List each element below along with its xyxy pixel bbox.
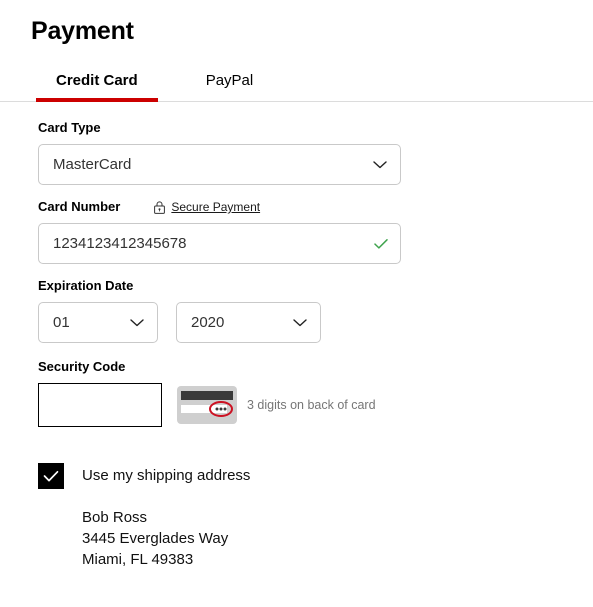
security-code-group: Security Code 3 digits on back of card	[38, 359, 593, 427]
card-number-group: Card Number Secure Payment 1234123412345…	[38, 199, 593, 264]
expiration-month-value: 01	[53, 313, 70, 331]
security-code-help: 3 digits on back of card	[247, 397, 376, 412]
expiration-date-group: Expiration Date 01 2020	[38, 278, 593, 343]
chevron-down-icon	[373, 160, 387, 168]
tab-paypal[interactable]: PayPal	[186, 72, 274, 101]
expiration-date-label: Expiration Date	[38, 278, 134, 293]
use-shipping-address-checkbox[interactable]	[38, 463, 64, 489]
security-code-row: 3 digits on back of card	[38, 383, 593, 427]
expiration-month-select[interactable]: 01	[38, 302, 158, 343]
security-code-input[interactable]	[38, 383, 162, 427]
secure-payment-text: Secure Payment	[171, 200, 261, 214]
chevron-down-icon	[293, 318, 307, 326]
page-title: Payment	[31, 17, 134, 45]
card-back-icon	[177, 386, 237, 424]
address-name: Bob Ross	[82, 509, 148, 526]
payment-page: Payment Credit Card PayPal Card Type Mas…	[0, 0, 593, 607]
lock-icon	[154, 200, 166, 214]
card-type-value: MasterCard	[53, 155, 132, 173]
credit-card-form: Card Type MasterCard Card Number Secure …	[0, 102, 593, 570]
shipping-address-block: Bob Ross 3445 Everglades Way Miami, FL 4…	[38, 507, 593, 570]
address-street: 3445 Everglades Way	[82, 530, 229, 547]
card-number-label: Card Number	[38, 199, 121, 214]
address-city-state-zip: Miami, FL 49383	[82, 551, 194, 568]
security-code-label: Security Code	[38, 359, 126, 374]
card-type-select[interactable]: MasterCard	[38, 144, 401, 185]
payment-method-tabs: Credit Card PayPal	[0, 64, 593, 102]
expiration-year-select[interactable]: 2020	[176, 302, 321, 343]
check-icon	[43, 470, 59, 481]
valid-check-icon	[374, 238, 388, 249]
card-type-label: Card Type	[38, 120, 101, 135]
use-shipping-address-label: Use my shipping address	[82, 467, 251, 484]
tab-credit-card-label: Credit Card	[56, 72, 138, 89]
expiration-year-value: 2020	[191, 313, 225, 331]
secure-payment-link[interactable]: Secure Payment	[154, 200, 260, 214]
expiration-selects: 01 2020	[38, 302, 593, 343]
card-number-value: 1234123412345678	[53, 234, 187, 252]
card-number-label-row: Card Number Secure Payment	[38, 199, 593, 215]
shipping-address-checkbox-row: Use my shipping address	[38, 463, 593, 489]
tab-credit-card[interactable]: Credit Card	[36, 72, 158, 102]
chevron-down-icon	[130, 318, 144, 326]
card-type-group: Card Type MasterCard	[38, 120, 593, 185]
tab-paypal-label: PayPal	[205, 72, 254, 89]
card-number-input[interactable]: 1234123412345678	[38, 223, 401, 264]
